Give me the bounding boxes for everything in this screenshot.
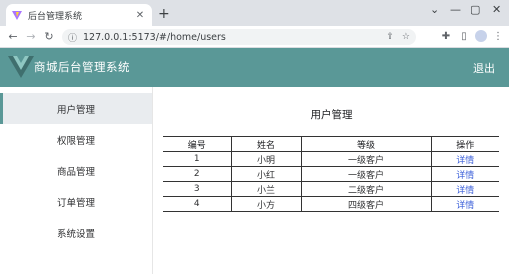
page-title: 用户管理 — [310, 109, 353, 121]
site-info-icon[interactable]: ⓘ — [68, 31, 77, 44]
table-header-row: 编号 姓名 等级 操作 — [163, 136, 499, 152]
column-header-action: 操作 — [430, 136, 499, 152]
sidebar-item-label: 系统设置 — [56, 228, 95, 240]
browser-toolbar: ← → ↻ ⓘ 127.0.0.1:5173/#/home/users ⇪ ☆ … — [0, 26, 509, 48]
table-row: 3 小兰 二级客户 详情 — [163, 181, 499, 197]
table-row: 4 小方 四级客户 详情 — [163, 196, 499, 212]
table-row: 1 小明 一级客户 详情 — [163, 151, 499, 167]
address-bar[interactable]: ⓘ 127.0.0.1:5173/#/home/users ⇪ ☆ — [62, 29, 416, 45]
details-link[interactable]: 详情 — [430, 166, 499, 182]
reload-icon[interactable]: ↻ — [40, 30, 58, 43]
sidebar: 用户管理 权限管理 商品管理 订单管理 系统设置 — [0, 87, 153, 274]
vue-logo-icon — [8, 56, 34, 78]
puzzle-icon[interactable]: ✚ — [439, 31, 453, 42]
toolbar-icons: ✚ ▯ ⋮ — [439, 30, 505, 42]
column-header-level: 等级 — [300, 136, 432, 152]
browser-tab[interactable]: 后台管理系统 ✕ — [6, 4, 152, 26]
star-icon[interactable]: ☆ — [402, 32, 410, 42]
menu-kebab-icon[interactable]: ⋮ — [491, 31, 505, 42]
app-header: 商城后台管理系统 退出 — [0, 48, 509, 87]
table-row: 2 小红 一级客户 详情 — [163, 166, 499, 182]
cell-name: 小方 — [230, 196, 302, 212]
cell-id: 1 — [163, 151, 232, 167]
share-icon[interactable]: ⇪ — [386, 32, 394, 42]
sidebar-item-label: 订单管理 — [56, 197, 95, 209]
cell-name: 小明 — [230, 151, 302, 167]
logout-button[interactable]: 退出 — [473, 60, 495, 76]
users-table: 编号 姓名 等级 操作 1 小明 一级客户 详情 2 小红 一级客户 详情 3 … — [163, 136, 499, 212]
details-link[interactable]: 详情 — [430, 196, 499, 212]
tab-search-icon[interactable]: ⌄ — [430, 3, 439, 16]
sidebar-item-label: 商品管理 — [56, 166, 95, 178]
window-close-icon[interactable]: ✕ — [492, 3, 501, 16]
vite-favicon-icon — [12, 11, 22, 20]
profile-avatar[interactable] — [475, 30, 487, 42]
cell-name: 小红 — [230, 166, 302, 182]
url-text[interactable]: 127.0.0.1:5173/#/home/users — [83, 32, 378, 43]
cell-level: 一级客户 — [300, 151, 432, 167]
maximize-icon[interactable]: ▢ — [470, 3, 480, 16]
column-header-id: 编号 — [163, 136, 232, 152]
back-arrow-icon[interactable]: ← — [4, 30, 22, 43]
cell-level: 二级客户 — [300, 181, 432, 197]
app-title: 商城后台管理系统 — [34, 60, 130, 74]
forward-arrow-icon[interactable]: → — [22, 30, 40, 43]
cell-name: 小兰 — [230, 181, 302, 197]
browser-tab-strip: 后台管理系统 ✕ + ⌄ — ▢ ✕ — [0, 0, 509, 26]
new-tab-button[interactable]: + — [158, 6, 170, 22]
sidepanel-icon[interactable]: ▯ — [457, 31, 471, 42]
cell-id: 2 — [163, 166, 232, 182]
tab-title: 后台管理系统 — [28, 11, 83, 22]
column-header-name: 姓名 — [230, 136, 302, 152]
cell-id: 3 — [163, 181, 232, 197]
sidebar-item-permissions[interactable]: 权限管理 — [0, 124, 152, 155]
sidebar-item-settings[interactable]: 系统设置 — [0, 217, 152, 248]
sidebar-item-users[interactable]: 用户管理 — [0, 93, 152, 124]
main-content: 用户管理 编号 姓名 等级 操作 1 小明 一级客户 详情 2 小红 一级客户 … — [154, 87, 509, 274]
sidebar-item-orders[interactable]: 订单管理 — [0, 186, 152, 217]
details-link[interactable]: 详情 — [430, 151, 499, 167]
cell-id: 4 — [163, 196, 232, 212]
details-link[interactable]: 详情 — [430, 181, 499, 197]
minimize-icon[interactable]: — — [450, 3, 461, 16]
cell-level: 一级客户 — [300, 166, 432, 182]
sidebar-item-products[interactable]: 商品管理 — [0, 155, 152, 186]
sidebar-item-label: 用户管理 — [56, 104, 95, 116]
sidebar-item-label: 权限管理 — [56, 135, 95, 147]
cell-level: 四级客户 — [300, 196, 432, 212]
tab-close-icon[interactable]: ✕ — [134, 10, 146, 21]
